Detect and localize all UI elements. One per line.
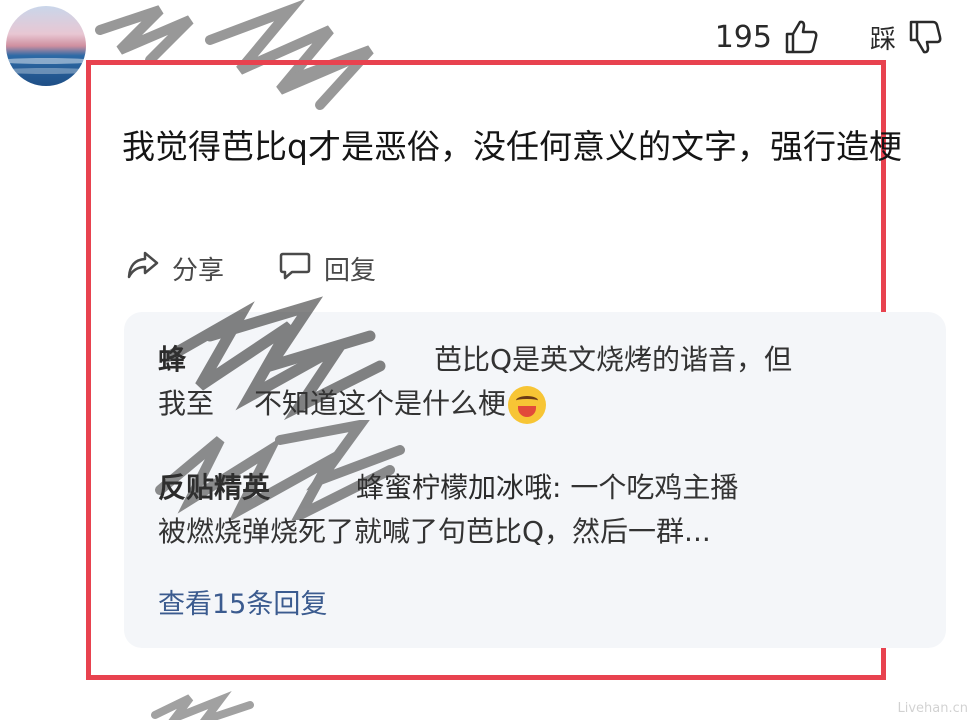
like-count: 195 [714,19,772,55]
reply-item[interactable]: 反贴精英 蜂蜜柠檬加冰哦: 一个吃鸡主播 被燃烧弹烧死了就喊了句芭比Q，然后一群.… [158,466,918,554]
watermark: Livehan.cn [897,701,968,716]
comment-bubble-icon [278,250,312,287]
reply-label: 回复 [324,256,377,286]
reply-text-line: 一个吃鸡主播 [570,471,739,504]
thumbs-up-icon[interactable] [782,18,820,56]
crying-laughing-emoji-icon [508,386,547,424]
share-button[interactable]: 分享 [126,250,224,287]
redacted-next-comment-scribble [151,690,254,720]
thumbs-down-icon[interactable] [906,18,944,56]
reply-author[interactable]: 反贴精英 [158,471,270,504]
reply-to-author[interactable]: 蜂蜜柠檬加冰哦: [356,471,561,504]
share-label: 分享 [172,256,225,286]
reply-text-line: 不知道这个是什么梗 [254,387,507,420]
dislike-label: 踩 [869,24,896,55]
reply-author[interactable]: 蜂 [158,343,186,376]
comment-vote-bar: 195 踩 [715,18,944,56]
reply-item[interactable]: 蜂 芭比Q是英文烧烤的谐音，但 我至 不知道这个是什么梗 [158,338,918,426]
view-all-replies-link[interactable]: 查看15条回复 [158,582,327,621]
reply-text-line: 我至 [158,387,215,420]
avatar[interactable] [6,6,86,86]
reply-text-line: 被燃烧弹烧死了就喊了句芭比Q，然后一群... [158,515,711,548]
reply-button[interactable]: 回复 [278,250,376,287]
share-icon [126,250,160,287]
replies-panel: 蜂 芭比Q是英文烧烤的谐音，但 我至 不知道这个是什么梗 反贴精英 蜂蜜柠檬加冰哦: … [124,312,946,648]
comment-actions: 分享 回复 [126,250,376,287]
reply-text-line: 芭比Q是英文烧烤的谐音，但 [434,343,793,376]
comment-text: 我觉得芭比q才是恶俗，没任何意义的文字，强行造梗 [122,127,902,166]
